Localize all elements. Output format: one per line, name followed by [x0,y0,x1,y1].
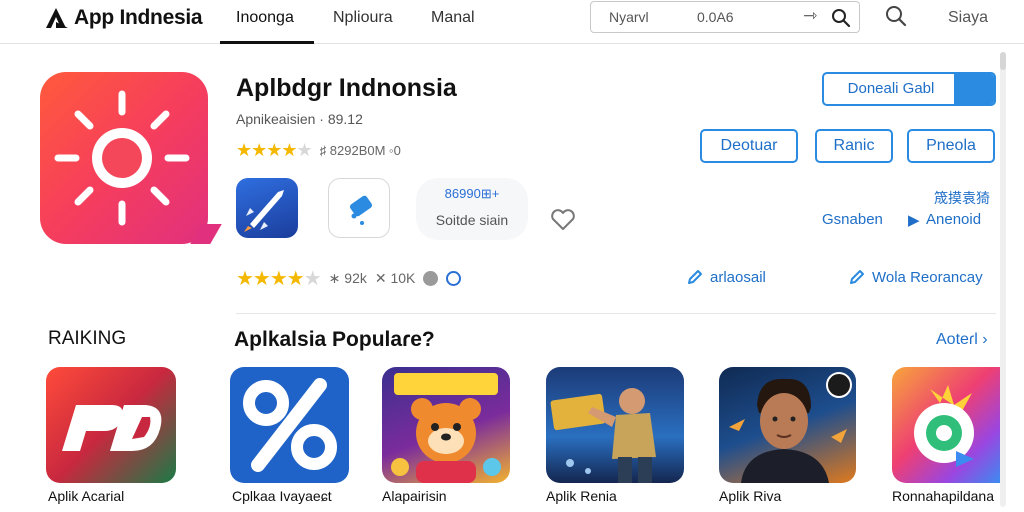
camera-icon [914,385,974,467]
app-card-4[interactable] [546,367,684,483]
app-card-2-name[interactable]: Cplkaa Ivayaeɕt [232,488,332,504]
star-rating-icon: ★★★★★ [236,140,313,160]
site-logo[interactable]: App Indnesia [44,6,203,30]
secondary-rating: ★★★★★ ∗ 92k ✕ 10K [236,266,462,291]
star-rating-icon-secondary: ★★★★★ [236,268,322,290]
nav-tab-3[interactable]: Manal [431,9,475,27]
active-tab-indicator [220,41,314,44]
rating-extra: ✕ 10K [374,270,416,286]
pencil-icon-2 [850,270,864,284]
rocket-icon [244,190,284,232]
scrollbar-thumb[interactable] [1000,52,1006,70]
search-icon[interactable] [831,8,851,28]
download-size-chip[interactable]: 86990⊞+ Soitde siain [416,178,528,240]
edit-link-1[interactable]: arlaosail [686,268,766,286]
tag-icon [349,195,373,225]
nav-tab-2[interactable]: Nplioura [333,9,393,27]
nav-tab-1[interactable]: Inoonga [236,9,294,27]
right-link[interactable]: Anenoid [926,211,981,228]
edit-link-2[interactable]: Wola Reorancay [848,268,983,286]
size-chip-line1: 86990⊞+ [444,186,500,201]
related-app-rocket[interactable] [236,178,298,238]
pd-icon [62,405,162,451]
related-app-tag[interactable] [328,178,390,238]
section-divider [236,313,996,314]
status-dot-icon [423,271,439,286]
app-card-4-name[interactable]: Aplik Renia [546,488,617,504]
app-card-2[interactable] [230,367,349,483]
app-card-1-name[interactable]: Aplik Acarial [48,488,124,504]
logo-icon [46,8,68,28]
see-all-label: Aoteɾl [936,331,978,348]
search-placeholder[interactable]: Nyarvl [609,9,649,25]
side-label: 筬摸袁猗 [934,190,990,206]
heart-icon[interactable] [550,208,576,232]
search-value[interactable]: 0.0A6 [697,9,734,25]
app-card-3-name[interactable]: Alapairisin [382,488,447,504]
app-card-6-name[interactable]: Ronnahapildana [892,488,994,504]
app-title: Aplbdgr Indnonsia [236,74,457,102]
see-all-link[interactable]: Aoteɾl › [936,331,988,349]
app-card-1[interactable] [46,367,176,483]
loading-ring-icon [446,271,462,286]
app-card-6[interactable] [892,367,1000,483]
left-link[interactable]: Gsnaben [822,211,883,228]
user-account-link[interactable]: Siaya [948,9,988,27]
rating-count: ∗ 92k [328,270,367,286]
edit-link-2-label: Wola Reorancay [872,268,983,286]
action-button-2[interactable]: Ranic [815,129,893,163]
game-character-icon [391,373,501,483]
action-game-icon [550,388,656,483]
sun-icon [54,90,190,226]
popular-heading: Aplkalsia Populaɾe? [234,328,435,351]
ranking-heading: RAIKING [48,328,127,349]
hero-portrait-icon [729,372,852,483]
play-icon[interactable]: ▶ [908,211,920,229]
rating-meta: ♯ 8292B0M ◦0 [319,143,401,158]
search-icon-secondary[interactable] [884,4,908,28]
action-button-3[interactable]: Pneola [907,129,995,163]
app-subtitle: Apnikeaisien · 89.12 [236,111,363,127]
primary-action-fill [954,74,994,104]
search-box[interactable]: Nyarvl 0.0A6 ⇾ [590,1,860,33]
page-scrollbar[interactable] [1000,52,1006,507]
primary-action-button[interactable]: Doneali Gabl [822,72,996,106]
action-button-1[interactable]: Deotuar [700,129,798,163]
arrow-right-icon[interactable]: ⇾ [803,6,817,26]
app-rating: ★★★★★ ♯ 8292B0M ◦0 [236,140,401,161]
size-chip-line2: Soitde siain [435,212,509,228]
top-navigation-bar: App Indnesia Inoonga Nplioura Manal Nyar… [0,0,1024,44]
pencil-icon [688,270,702,284]
featured-app-icon[interactable] [40,72,208,244]
app-card-3[interactable] [382,367,510,483]
percent-icon [243,378,337,472]
edit-link-1-label: arlaosail [710,268,766,286]
logo-text: App Indnesia [74,6,203,29]
app-card-5-name[interactable]: Aplik Riva [719,488,781,504]
primary-action-label: Doneali Gabl [847,80,935,97]
app-card-5[interactable] [719,367,856,483]
